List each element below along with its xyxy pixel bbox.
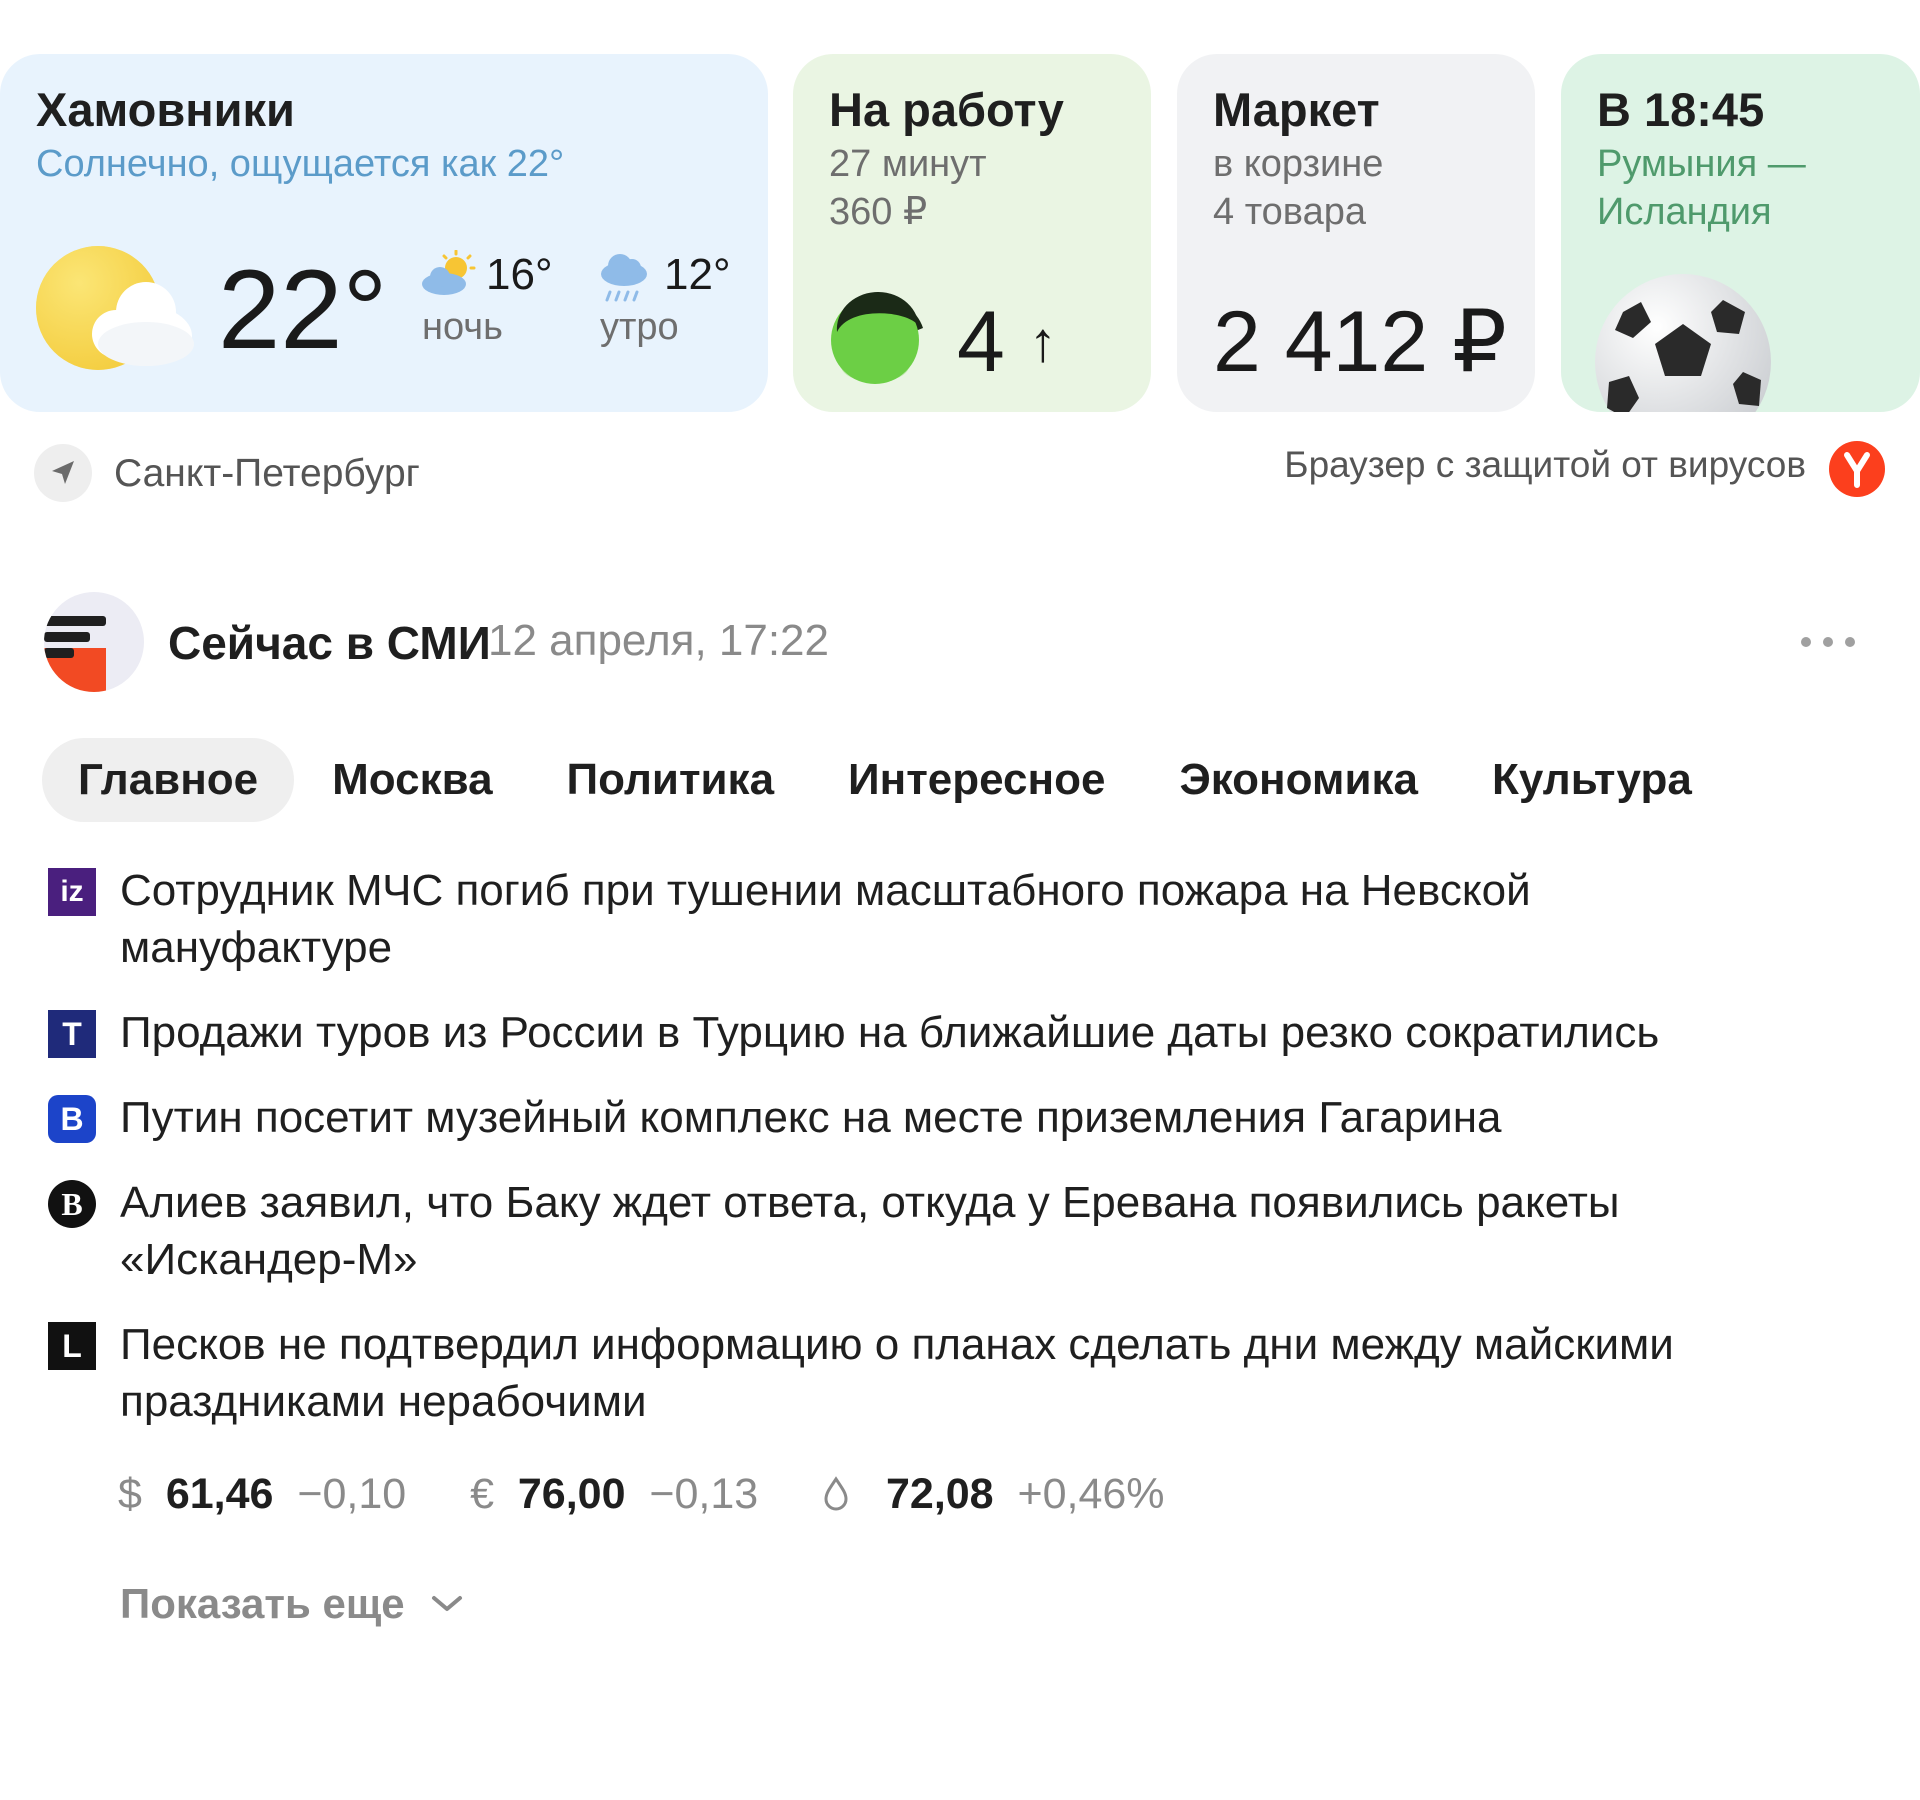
chevron-down-icon — [416, 1580, 464, 1627]
market-subtitle: в корзине 4 товара — [1213, 143, 1384, 233]
arrow-up-icon: ↑ — [1028, 310, 1057, 373]
news-headline[interactable]: Путин посетит музейный комплекс на месте… — [120, 1089, 1748, 1146]
tab-culture[interactable]: Культура — [1456, 738, 1728, 822]
cart-total: 2 412 ₽ — [1213, 294, 1507, 390]
news-headline[interactable]: Песков не подтвердил информацию о планах… — [120, 1316, 1748, 1430]
partly-cloudy-icon — [420, 249, 476, 305]
current-temperature: 22° — [218, 247, 388, 372]
izvestia-logo-icon: iz — [48, 868, 96, 916]
euro-icon: € — [470, 1470, 494, 1518]
vesti-logo-icon: B — [48, 1095, 96, 1143]
forecast-morning-temp: 12° — [664, 250, 731, 299]
currency-rates: $ 61,46 −0,10 € 76,00 −0,13 72,08 +0,46% — [118, 1470, 1165, 1530]
news-tabs: Главное Москва Политика Интересное Эконо… — [42, 738, 1730, 822]
weather-location: Хамовники — [36, 83, 295, 136]
market-card[interactable]: Маркет в корзине 4 товара 2 412 ₽ — [1177, 54, 1535, 412]
location-arrow-icon — [34, 444, 92, 502]
tab-moscow[interactable]: Москва — [296, 738, 528, 822]
news-headline[interactable]: Продажи туров из России в Турцию на ближ… — [120, 1004, 1748, 1061]
oil-change: +0,46% — [1017, 1470, 1165, 1518]
news-section-title: Сейчас в СМИ — [168, 617, 491, 669]
news-item[interactable]: T Продажи туров из России в Турцию на бл… — [48, 1004, 1748, 1061]
eur-value: 76,00 — [517, 1470, 626, 1518]
oil-drop-icon — [822, 1470, 862, 1518]
city-name: Санкт-Петербург — [114, 452, 420, 495]
market-title: Маркет — [1213, 83, 1380, 136]
show-more-button[interactable]: Показать еще — [120, 1580, 464, 1628]
news-date: 12 апреля, 17:22 — [488, 616, 829, 665]
news-list: iz Сотрудник МЧС погиб при тушении масшт… — [48, 862, 1748, 1458]
match-card[interactable]: В 18:45 Румыния — Исландия — [1561, 54, 1920, 412]
dollar-icon: $ — [118, 1470, 142, 1518]
news-item[interactable]: B Алиев заявил, что Баку ждет ответа, от… — [48, 1174, 1748, 1288]
oil-value: 72,08 — [885, 1470, 994, 1518]
browser-promo-link[interactable]: Браузер с защитой от вирусов — [1284, 444, 1806, 486]
commute-card[interactable]: На работу 27 минут 360 ₽ 4 ↑ — [793, 54, 1151, 412]
traffic-score: 4 ↑ — [957, 294, 1057, 390]
rain-icon — [598, 250, 650, 311]
oil-rate[interactable]: 72,08 +0,46% — [822, 1470, 1165, 1518]
commute-subtitle: 27 минут 360 ₽ — [829, 143, 987, 233]
news-item[interactable]: iz Сотрудник МЧС погиб при тушении масшт… — [48, 862, 1748, 976]
tass-logo-icon: T — [48, 1010, 96, 1058]
soccer-ball-icon — [1593, 272, 1773, 412]
tab-interesting[interactable]: Интересное — [812, 738, 1141, 822]
usd-change: −0,10 — [297, 1470, 407, 1518]
weather-description: Солнечно, ощущается как 22° — [36, 143, 565, 185]
tab-politics[interactable]: Политика — [531, 738, 811, 822]
match-teams: Румыния — Исландия — [1597, 143, 1806, 233]
forecast-night-label: ночь — [422, 306, 503, 348]
weather-card[interactable]: Хамовники Солнечно, ощущается как 22° 22… — [0, 54, 768, 412]
tab-main[interactable]: Главное — [42, 738, 295, 822]
sun-cloud-icon — [34, 244, 194, 379]
forecast-night-temp: 16° — [486, 250, 553, 299]
news-headline[interactable]: Сотрудник МЧС погиб при тушении масштабн… — [120, 862, 1748, 976]
eur-change: −0,13 — [649, 1470, 759, 1518]
lenta-logo-icon: L — [48, 1322, 96, 1370]
usd-rate[interactable]: $ 61,46 −0,10 — [118, 1470, 418, 1518]
yandex-logo[interactable] — [1829, 441, 1885, 497]
commute-title: На работу — [829, 83, 1064, 136]
news-item[interactable]: B Путин посетит музейный комплекс на мес… — [48, 1089, 1748, 1146]
news-source-logo — [44, 592, 144, 692]
match-time: В 18:45 — [1597, 83, 1765, 136]
vedomosti-logo-icon: B — [48, 1180, 96, 1228]
forecast-morning-label: утро — [600, 306, 679, 348]
eur-rate[interactable]: € 76,00 −0,13 — [470, 1470, 770, 1518]
tab-economy[interactable]: Экономика — [1143, 738, 1454, 822]
news-headline[interactable]: Алиев заявил, что Баку ждет ответа, отку… — [120, 1174, 1748, 1288]
traffic-indicator-icon — [829, 291, 929, 397]
show-more-label: Показать еще — [120, 1580, 405, 1627]
news-item[interactable]: L Песков не подтвердил информацию о план… — [48, 1316, 1748, 1430]
usd-value: 61,46 — [165, 1470, 274, 1518]
more-options-icon[interactable] — [1800, 630, 1856, 654]
